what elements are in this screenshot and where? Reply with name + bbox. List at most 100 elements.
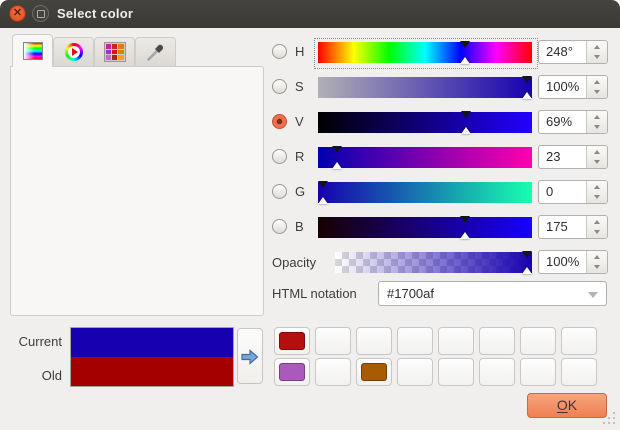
opacity-slider[interactable]	[335, 252, 532, 273]
spin-up-icon[interactable]	[594, 255, 600, 259]
s-radio[interactable]	[272, 79, 287, 94]
s-row: S 100%	[268, 74, 616, 109]
slider-handle[interactable]	[318, 197, 328, 204]
slider-handle[interactable]	[332, 162, 342, 169]
h-radio[interactable]	[272, 44, 287, 59]
spin-up-icon[interactable]	[594, 80, 600, 84]
slider-handle[interactable]	[522, 267, 532, 274]
current-label: Current	[2, 334, 62, 349]
slider-handle[interactable]	[460, 216, 470, 223]
slider-handle[interactable]	[522, 92, 532, 99]
g-row: G0	[268, 179, 616, 214]
swatch-color	[279, 363, 305, 381]
s-value[interactable]: 100%	[546, 79, 579, 94]
b-radio[interactable]	[272, 219, 287, 234]
slider-handle[interactable]	[461, 111, 471, 118]
h-value[interactable]: 248°	[546, 44, 573, 59]
spin-down-icon[interactable]	[594, 230, 600, 234]
html-notation-combo[interactable]: #1700af	[378, 281, 607, 306]
html-notation-label: HTML notation	[272, 286, 357, 301]
slider-handle[interactable]	[318, 181, 328, 188]
swatch-button[interactable]	[356, 327, 392, 355]
swatch-button[interactable]	[561, 327, 597, 355]
r-label: R	[295, 149, 304, 164]
html-notation-value[interactable]: #1700af	[387, 286, 434, 301]
r-value[interactable]: 23	[546, 149, 560, 164]
tab-color-wheel[interactable]	[53, 37, 94, 66]
spin-buttons	[586, 251, 607, 273]
swatch-button[interactable]	[561, 358, 597, 386]
v-spinbox[interactable]: 69%	[538, 110, 608, 134]
s-slider[interactable]	[318, 77, 532, 98]
r-spinbox[interactable]: 23	[538, 145, 608, 169]
v-slider[interactable]	[318, 112, 532, 133]
g-spinbox[interactable]: 0	[538, 180, 608, 204]
s-label: S	[295, 79, 304, 94]
spin-up-icon[interactable]	[594, 45, 600, 49]
spin-down-icon[interactable]	[594, 55, 600, 59]
close-icon[interactable]: ✕	[9, 5, 26, 22]
swatch-button[interactable]	[520, 358, 556, 386]
swatch-button[interactable]	[479, 358, 515, 386]
swatches-icon	[104, 42, 126, 62]
h-spinbox[interactable]: 248°	[538, 40, 608, 64]
r-slider[interactable]	[318, 147, 532, 168]
swatch-button[interactable]	[479, 327, 515, 355]
spin-up-icon[interactable]	[594, 150, 600, 154]
swatch-button[interactable]	[356, 358, 392, 386]
swatch-button[interactable]	[274, 358, 310, 386]
v-label: V	[295, 114, 304, 129]
swatch-button[interactable]	[315, 358, 351, 386]
old-label: Old	[2, 368, 62, 383]
spin-down-icon[interactable]	[594, 90, 600, 94]
swatch-button[interactable]	[315, 327, 351, 355]
spin-up-icon[interactable]	[594, 220, 600, 224]
tab-color-box[interactable]	[12, 34, 53, 67]
b-value[interactable]: 175	[546, 219, 568, 234]
slider-handle[interactable]	[522, 76, 532, 83]
h-row: H248°	[268, 39, 616, 74]
b-slider[interactable]	[318, 217, 532, 238]
opacity-spinbox[interactable]: 100%	[538, 250, 608, 274]
tab-color-swatches[interactable]	[94, 37, 135, 66]
swatch-button[interactable]	[438, 327, 474, 355]
swatch-button[interactable]	[520, 327, 556, 355]
slider-handle[interactable]	[522, 251, 532, 258]
color-box-icon	[23, 42, 43, 60]
spin-down-icon[interactable]	[594, 160, 600, 164]
slider-handle[interactable]	[460, 41, 470, 48]
opacity-value[interactable]: 100%	[546, 254, 579, 269]
h-slider[interactable]	[318, 42, 532, 63]
spin-down-icon[interactable]	[594, 265, 600, 269]
s-spinbox[interactable]: 100%	[538, 75, 608, 99]
slider-handle[interactable]	[461, 127, 471, 134]
spin-up-icon[interactable]	[594, 115, 600, 119]
swatch-button[interactable]	[397, 327, 433, 355]
spin-buttons	[586, 41, 607, 63]
swatch-button[interactable]	[438, 358, 474, 386]
v-value[interactable]: 69%	[546, 114, 572, 129]
tab-color-sampler[interactable]	[135, 37, 176, 66]
slider-handle[interactable]	[332, 146, 342, 153]
title-bar[interactable]: ✕ Select color	[0, 0, 620, 28]
g-radio[interactable]	[272, 184, 287, 199]
spin-up-icon[interactable]	[594, 185, 600, 189]
v-radio[interactable]	[272, 114, 287, 129]
add-to-swatches-button[interactable]	[237, 328, 263, 384]
chevron-down-icon[interactable]	[588, 292, 598, 298]
b-spinbox[interactable]: 175	[538, 215, 608, 239]
spin-down-icon[interactable]	[594, 125, 600, 129]
slider-handle[interactable]	[460, 232, 470, 239]
slider-handle[interactable]	[460, 57, 470, 64]
r-radio[interactable]	[272, 149, 287, 164]
swatch-button[interactable]	[397, 358, 433, 386]
ok-button[interactable]: OK	[527, 393, 607, 418]
spin-down-icon[interactable]	[594, 195, 600, 199]
swatch-button[interactable]	[274, 327, 310, 355]
v-row: V 69%	[268, 109, 616, 144]
eyedropper-icon	[146, 42, 166, 62]
resize-grip[interactable]	[601, 410, 617, 426]
g-value[interactable]: 0	[546, 184, 553, 199]
maximize-icon[interactable]	[32, 5, 49, 22]
g-slider[interactable]	[318, 182, 532, 203]
